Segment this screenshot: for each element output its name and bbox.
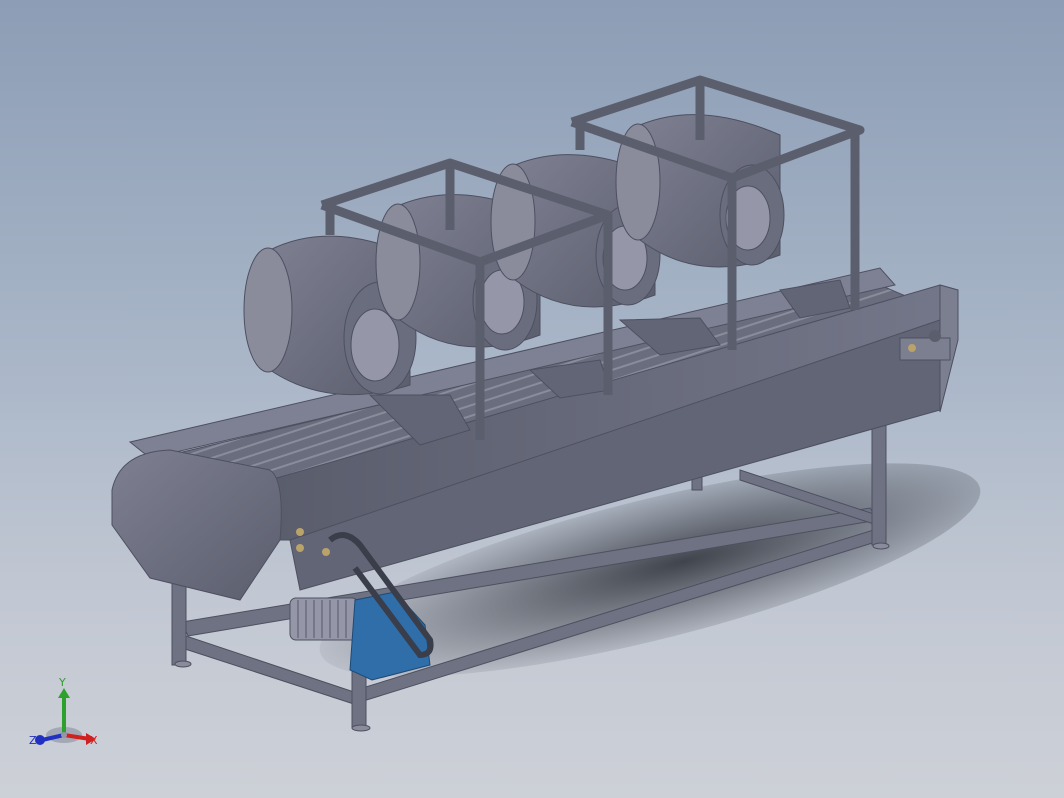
bearing-bolt — [296, 528, 304, 536]
x-axis-label: X — [90, 734, 98, 747]
z-axis-label: Z — [29, 734, 37, 747]
bearing-bolt — [322, 548, 330, 556]
fan-impeller — [350, 308, 400, 382]
y-axis-label: Y — [59, 676, 66, 689]
motor-housing — [289, 597, 359, 641]
orientation-triad[interactable]: Y X Z — [26, 676, 106, 750]
cad-viewport[interactable]: Y X Z — [0, 0, 1064, 798]
conveyor-dryer-model[interactable] — [0, 0, 1064, 798]
infeed-hood — [111, 449, 282, 601]
bearing-bolt — [296, 544, 304, 552]
